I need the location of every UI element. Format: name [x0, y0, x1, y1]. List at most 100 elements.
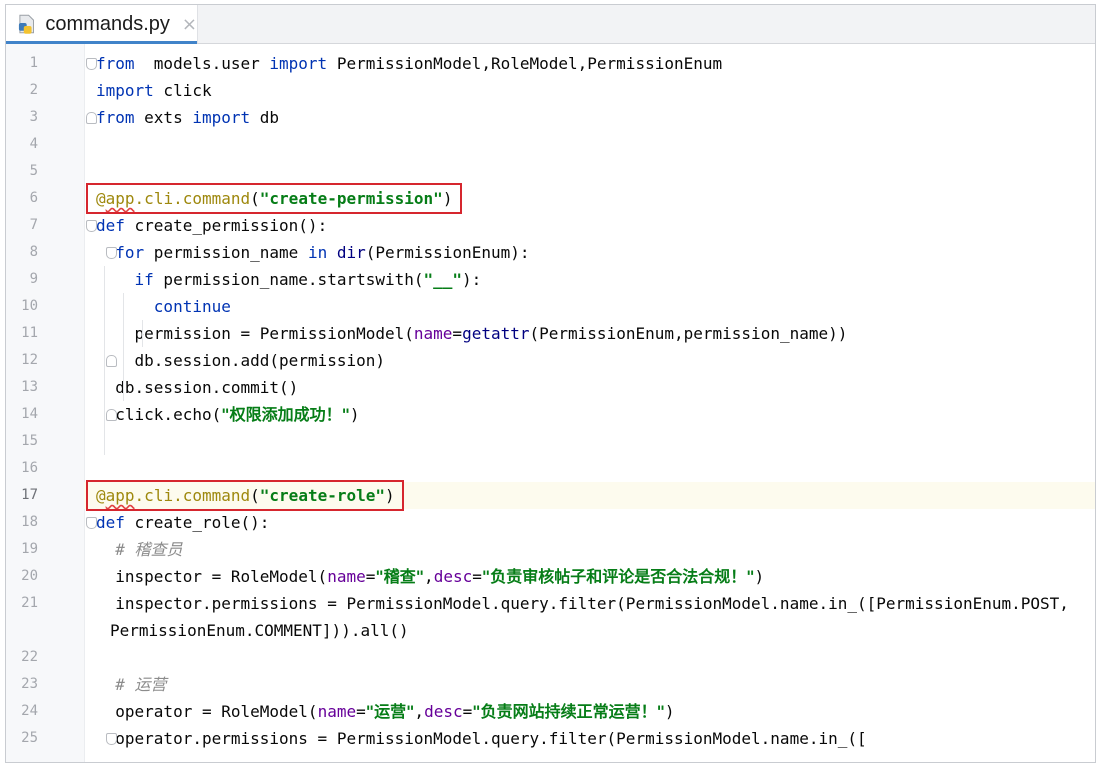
code-line[interactable]: [84, 644, 1095, 671]
code-line[interactable]: if permission_name.startswith("__"):: [84, 266, 1095, 293]
line-number: 22: [21, 649, 38, 665]
line-number: [6, 617, 38, 644]
fold-toggle-icon[interactable]: [86, 517, 97, 529]
code-line[interactable]: for permission_name in dir(PermissionEnu…: [84, 239, 1095, 266]
code-token: name: [327, 567, 366, 586]
code-line[interactable]: [84, 455, 1095, 482]
code-token: name: [317, 702, 357, 721]
code-line[interactable]: from exts import db: [84, 104, 1095, 131]
code-token: in: [307, 243, 328, 262]
code-token: "__": [423, 270, 463, 289]
code-token: def: [96, 216, 125, 235]
code-token: 运营: [134, 675, 167, 694]
code-token: permission_name: [144, 243, 308, 262]
line-number: 13: [21, 379, 38, 395]
line-number: 10: [21, 298, 38, 314]
code-line[interactable]: operator = RoleModel(name="运营",desc="负责网…: [84, 698, 1095, 725]
code-token: getattr: [462, 324, 530, 343]
code-token: create_permission():: [124, 216, 328, 235]
line-number: 17: [21, 487, 38, 503]
line-number: 20: [21, 568, 38, 584]
code-token: from: [96, 108, 135, 127]
code-token: for: [115, 243, 145, 262]
code-token: ): [664, 702, 675, 721]
indent-guide: [142, 320, 143, 347]
code-line[interactable]: [84, 158, 1095, 185]
indent-guide: [123, 293, 124, 401]
fold-toggle-icon[interactable]: [86, 58, 97, 70]
code-token: "负责网站持续正常运营！": [472, 702, 665, 721]
code-line[interactable]: db.session.add(permission): [84, 347, 1095, 374]
code-token: ):: [462, 270, 482, 289]
code-token: =: [462, 702, 473, 721]
code-line[interactable]: PermissionEnum.COMMENT])).all(): [84, 617, 1095, 644]
tab-commands-py[interactable]: commands.py ×: [6, 5, 198, 44]
code-editor[interactable]: from models.user import PermissionModel,…: [6, 44, 1095, 762]
code-token: desc: [424, 702, 463, 721]
code-token: #: [115, 540, 135, 559]
code-line[interactable]: db.session.commit(): [84, 374, 1095, 401]
code-token: operator = RoleModel(: [96, 702, 318, 721]
code-token: ): [349, 405, 360, 424]
code-line[interactable]: permission = PermissionModel(name=getatt…: [84, 320, 1095, 347]
code-token: permission_name.startswith(: [153, 270, 424, 289]
code-line[interactable]: [84, 131, 1095, 158]
code-token: import: [192, 108, 251, 127]
code-line[interactable]: inspector.permissions = PermissionModel.…: [84, 590, 1095, 617]
code-line[interactable]: def create_role():: [84, 509, 1095, 536]
code-token: import: [96, 81, 154, 100]
code-line[interactable]: continue: [84, 293, 1095, 320]
code-line[interactable]: from models.user import PermissionModel,…: [84, 50, 1095, 77]
code-token: continue: [153, 297, 231, 316]
code-token: click: [153, 81, 212, 100]
code-token: =: [472, 567, 482, 586]
line-number: 21: [21, 595, 38, 611]
code-token: "权限添加成功！": [221, 405, 350, 424]
code-token: =: [365, 567, 376, 586]
code-token: #: [115, 675, 135, 694]
fold-end-icon[interactable]: [106, 355, 117, 367]
code-token: permission = PermissionModel(: [96, 324, 414, 343]
code-token: db.session.add(permission): [96, 351, 385, 370]
code-line[interactable]: [84, 428, 1095, 455]
tab-filename: commands.py: [45, 12, 170, 35]
line-number: 7: [29, 217, 38, 233]
code-line[interactable]: # 运营: [84, 671, 1095, 698]
line-number: 8: [29, 244, 38, 260]
fold-toggle-icon[interactable]: [106, 733, 117, 745]
code-line[interactable]: import click: [84, 77, 1095, 104]
code-token: (PermissionEnum,permission_name)): [529, 324, 848, 343]
code-token: ,: [424, 567, 434, 586]
code-line[interactable]: inspector = RoleModel(name="稽查",desc="负责…: [84, 563, 1095, 590]
tab-bar: commands.py ×: [6, 5, 1095, 44]
code-token: models.user: [134, 54, 270, 73]
code-area[interactable]: from models.user import PermissionModel,…: [84, 44, 1095, 762]
line-number: 9: [29, 271, 38, 287]
line-number: 1: [29, 55, 38, 71]
code-line[interactable]: click.echo("权限添加成功！"): [84, 401, 1095, 428]
code-token: inspector.permissions = PermissionModel.…: [96, 594, 1069, 613]
code-token: def: [96, 513, 125, 532]
fold-end-icon[interactable]: [86, 112, 97, 124]
line-number: 19: [21, 541, 38, 557]
code-line[interactable]: # 稽查员: [84, 536, 1095, 563]
indent-guide: [104, 266, 105, 455]
code-token: from: [96, 54, 135, 73]
code-token: ,: [414, 702, 425, 721]
code-token: "运营": [365, 702, 415, 721]
python-file-icon: [18, 14, 35, 34]
code-line[interactable]: def create_permission():: [84, 212, 1095, 239]
fold-toggle-icon[interactable]: [106, 247, 117, 259]
line-number: 15: [21, 433, 38, 449]
line-number: 23: [21, 676, 38, 692]
line-number: 24: [21, 703, 38, 719]
code-line[interactable]: operator.permissions = PermissionModel.q…: [84, 725, 1095, 752]
close-icon[interactable]: ×: [182, 14, 197, 35]
code-token: import: [269, 54, 328, 73]
code-token: PermissionModel,RoleModel,PermissionEnum: [327, 54, 723, 73]
fold-toggle-icon[interactable]: [86, 220, 97, 232]
code-token: operator.permissions = PermissionModel.q…: [96, 729, 867, 748]
fold-end-icon[interactable]: [106, 409, 117, 421]
